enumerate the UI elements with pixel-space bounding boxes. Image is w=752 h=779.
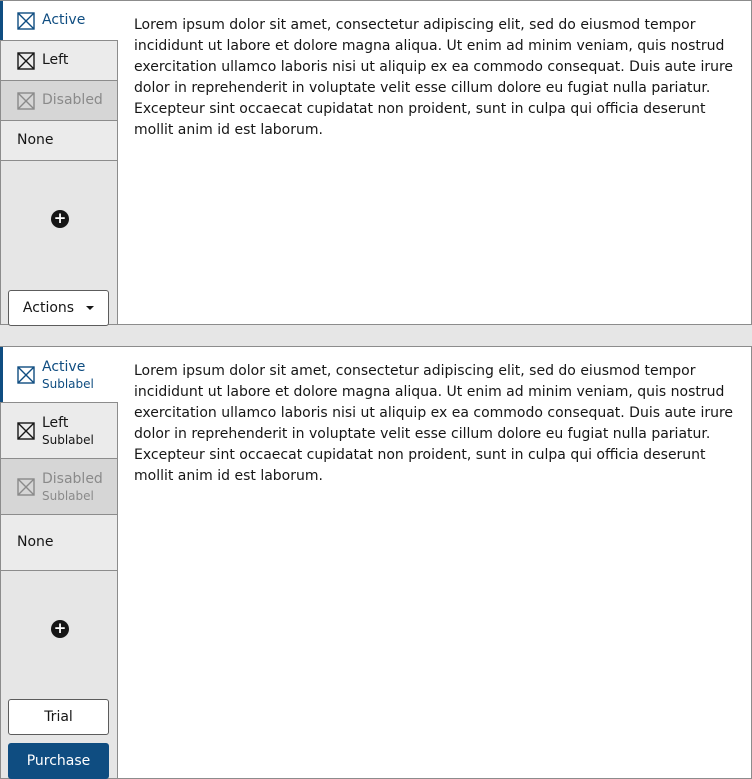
tab-label: Disabled	[42, 92, 103, 108]
purchase-button[interactable]: Purchase	[8, 743, 109, 779]
close-box-icon	[17, 365, 35, 384]
tab-label: None	[17, 132, 54, 148]
tab-label: Active	[42, 358, 86, 375]
tab-disabled: Disabled Sublabel	[1, 459, 117, 515]
actions-button-label: Actions	[22, 300, 75, 316]
tab-label: Left	[42, 52, 69, 68]
tab-left[interactable]: Left Sublabel	[1, 403, 117, 459]
close-box-icon	[17, 11, 35, 30]
close-box-icon	[17, 477, 35, 496]
plus-circle-icon[interactable]: +	[51, 620, 69, 638]
tab-panel: Lorem ipsum dolor sit amet, consectetur …	[118, 347, 751, 778]
tab-disabled: Disabled	[1, 81, 117, 121]
tab-active[interactable]: Active Sublabel	[0, 347, 118, 403]
tab-label: Left	[42, 414, 69, 431]
tab-left[interactable]: Left	[1, 41, 117, 81]
panel-text: Lorem ipsum dolor sit amet, consectetur …	[134, 17, 734, 138]
tab-list: Active Sublabel Left Sublabel Disabled S…	[0, 347, 118, 779]
purchase-button-label: Purchase	[26, 753, 91, 769]
tabset-with-sublabels: Active Sublabel Left Sublabel Disabled S…	[0, 346, 752, 779]
caret-down-icon	[86, 306, 95, 310]
tab-label: Active	[42, 12, 86, 28]
trial-button[interactable]: Trial	[8, 699, 109, 735]
tab-none[interactable]: None	[1, 121, 117, 161]
trial-button-label: Trial	[44, 709, 73, 725]
close-box-icon	[17, 91, 35, 110]
close-box-icon	[17, 421, 35, 440]
tab-sublabel: Sublabel	[42, 432, 94, 447]
tab-sublabel: Sublabel	[42, 376, 94, 391]
tab-sublabel: Sublabel	[42, 488, 94, 503]
tab-label: None	[17, 534, 54, 550]
tab-list: Active Left Disabled None + Actions	[0, 1, 118, 326]
plus-circle-icon[interactable]: +	[51, 210, 69, 228]
panel-text: Lorem ipsum dolor sit amet, consectetur …	[134, 363, 734, 484]
tabset-simple: Active Left Disabled None + Actions Lore…	[0, 0, 752, 326]
actions-button[interactable]: Actions	[8, 290, 109, 326]
tab-none[interactable]: None	[1, 515, 117, 571]
tab-label: Disabled	[42, 470, 103, 487]
tab-active[interactable]: Active	[0, 1, 118, 41]
tab-panel: Lorem ipsum dolor sit amet, consectetur …	[118, 1, 751, 324]
close-box-icon	[17, 51, 35, 70]
